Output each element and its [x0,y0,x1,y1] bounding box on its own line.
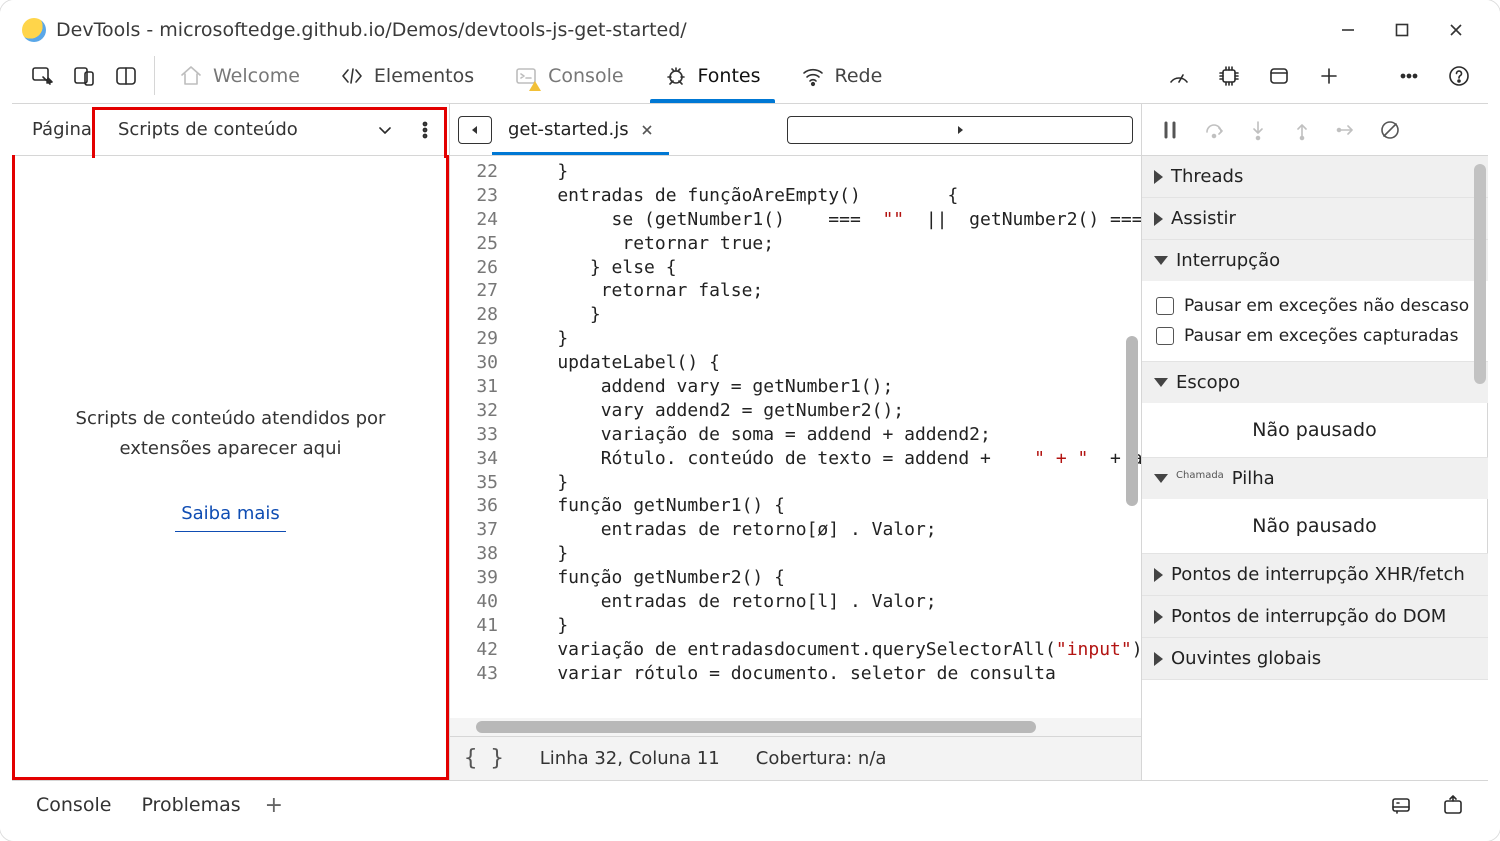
right-scrollbar[interactable] [1472,156,1488,780]
wifi-icon [801,64,825,88]
step-over-icon[interactable] [1196,112,1232,148]
step-out-icon[interactable] [1284,112,1320,148]
inspect-element-icon[interactable] [24,58,60,94]
step-into-icon[interactable] [1240,112,1276,148]
chevron-down-icon[interactable] [369,114,401,146]
section-threads[interactable]: Threads [1142,156,1488,197]
tab-network[interactable]: Rede [781,48,903,103]
help-icon[interactable] [1440,57,1478,95]
computed-styles-icon[interactable] [1384,788,1418,822]
titlebar: DevTools - microsoftedge.github.io/Demos… [12,12,1488,48]
window-title: DevTools - microsoftedge.github.io/Demos… [56,19,687,41]
section-watch[interactable]: Assistir [1142,198,1488,239]
pause-uncaught-checkbox[interactable]: Pausar em exceções não descaso [1156,291,1474,321]
drawer-tab-console[interactable]: Console [30,794,117,816]
code-editor[interactable]: 2223242526272829303132333435363738394041… [450,156,1141,718]
maximize-button[interactable] [1380,15,1424,45]
expand-drawer-icon[interactable] [1436,788,1470,822]
tab-label: Console [548,65,623,87]
scope-not-paused: Não pausado [1142,403,1488,457]
code-content[interactable]: } entradas de funçãoAreEmpty() { se (get… [508,156,1141,718]
cursor-position: Linha 32, Coluna 11 [540,748,720,769]
add-tab-icon[interactable] [1310,57,1348,95]
tab-elements[interactable]: Elementos [320,48,494,103]
devtools-toolbar: Welcome Elementos Console Fontes Rede [12,48,1488,104]
application-icon[interactable] [1260,57,1298,95]
deactivate-breakpoints-icon[interactable] [1372,112,1408,148]
warning-badge-icon [529,81,541,91]
file-name: get-started.js [508,119,629,140]
debugger-accordion: Threads Assistir Interrupção Pausar em e… [1142,156,1488,780]
tab-console[interactable]: Console [494,48,643,103]
tab-label: Elementos [374,65,474,87]
tab-sources[interactable]: Fontes [644,48,781,103]
device-toolbar-icon[interactable] [66,58,102,94]
show-debugger-button[interactable] [787,116,1133,144]
show-navigator-button[interactable] [458,116,492,144]
drawer-bar: Console Problemas + [12,781,1488,829]
step-icon[interactable] [1328,112,1364,148]
section-callstack[interactable]: ChamadaPilha [1142,458,1488,499]
code-icon [340,64,364,88]
tab-content-scripts[interactable]: Scripts de conteúdo [106,104,310,155]
empty-state-text: Scripts de conteúdo atendidos por extens… [32,404,429,465]
callstack-not-paused: Não pausado [1142,499,1488,553]
line-gutter: 2223242526272829303132333435363738394041… [450,156,508,718]
navigator-pane: Página Scripts de conteúdo Scripts de co… [12,104,450,780]
section-global-listeners[interactable]: Ouvintes globais [1142,638,1488,679]
section-dom-breakpoints[interactable]: Pontos de interrupção do DOM [1142,596,1488,637]
memory-icon[interactable] [1210,57,1248,95]
kebab-menu-icon[interactable] [409,114,441,146]
vertical-scrollbar[interactable] [1123,156,1141,718]
minimize-button[interactable] [1326,15,1370,45]
horizontal-scrollbar[interactable] [450,718,1141,736]
file-tab[interactable]: get-started.js [492,104,669,155]
section-xhr-breakpoints[interactable]: Pontos de interrupção XHR/fetch [1142,554,1488,595]
add-drawer-tab-icon[interactable]: + [265,793,283,818]
pretty-print-icon[interactable]: { } [464,746,504,771]
close-button[interactable] [1434,15,1478,45]
home-icon [179,64,203,88]
console-icon [514,64,538,88]
tab-label: Rede [835,65,883,87]
section-breakpoints[interactable]: Interrupção [1142,240,1488,281]
pause-caught-checkbox[interactable]: Pausar em exceções capturadas [1156,321,1474,351]
dock-side-icon[interactable] [108,58,144,94]
tab-welcome[interactable]: Welcome [159,48,320,103]
editor-status-bar: { } Linha 32, Coluna 11 Cobertura: n/a [450,736,1141,780]
bug-icon [664,64,688,88]
tab-page[interactable]: Página [20,104,104,155]
learn-more-link[interactable]: Saiba mais [175,499,286,533]
close-tab-icon[interactable] [637,120,657,140]
tab-label: Fontes [698,65,761,87]
app-icon [22,18,46,42]
pause-icon[interactable] [1152,112,1188,148]
debugger-pane: Threads Assistir Interrupção Pausar em e… [1142,104,1488,780]
tab-label: Welcome [213,65,300,87]
coverage-status: Cobertura: n/a [756,748,887,769]
section-scope[interactable]: Escopo [1142,362,1488,403]
editor-pane: get-started.js 2223242526272829303132333… [450,104,1142,780]
drawer-tab-problems[interactable]: Problemas [135,794,246,816]
more-icon[interactable] [1390,57,1428,95]
main-panes: Página Scripts de conteúdo Scripts de co… [12,104,1488,781]
performance-icon[interactable] [1160,57,1198,95]
